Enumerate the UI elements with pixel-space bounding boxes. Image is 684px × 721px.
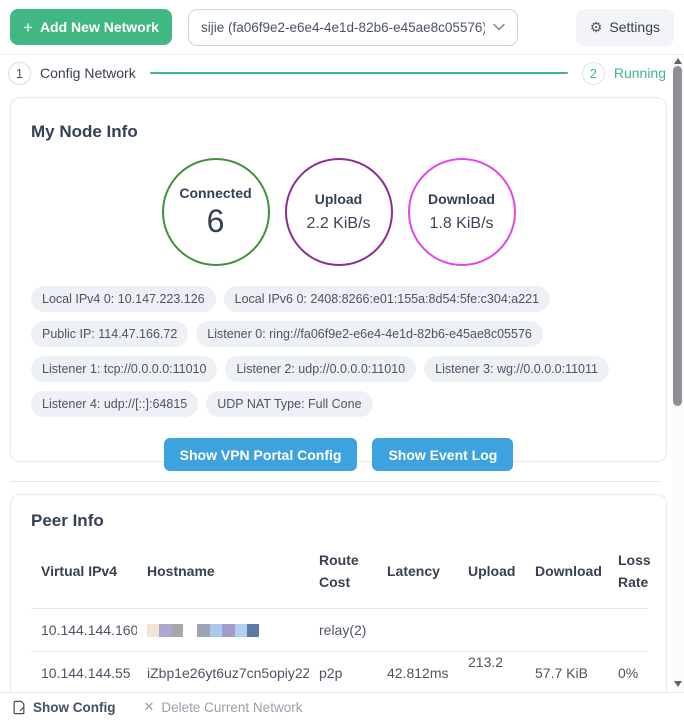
step-running[interactable]: 2 Running	[582, 62, 666, 85]
node-info-chips: Local IPv4 0: 10.147.223.126 Local IPv6 …	[31, 286, 646, 426]
chip-listener-3: Listener 3: wg://0.0.0.0:11011	[424, 356, 609, 382]
connected-gauge: Connected 6	[162, 158, 270, 266]
chip-public-ip: Public IP: 114.47.166.72	[31, 321, 188, 347]
network-select[interactable]: sijie (fa06f9e2-e6e4-4e1d-82b6-e45ae8c05…	[188, 9, 518, 46]
network-select-value: sijie (fa06f9e2-e6e4-4e1d-82b6-e45ae8c05…	[201, 20, 485, 35]
cell-upload	[458, 609, 525, 652]
cell-virtual-ipv4: 10.144.144.55	[31, 652, 137, 695]
show-config-button[interactable]: Show Config	[12, 700, 115, 715]
section-divider	[10, 481, 660, 482]
cell-latency: 42.812ms	[377, 652, 458, 695]
cell-route-cost: relay(2)	[309, 609, 377, 652]
cell-download: 57.7 KiB	[525, 652, 608, 695]
connected-gauge-label: Connected	[179, 185, 251, 201]
col-route-cost: Route Cost	[309, 535, 377, 609]
upload-gauge-value: 2.2 KiB/s	[306, 215, 370, 233]
peer-info-title: Peer Info	[31, 511, 646, 531]
steps-bar: 1 Config Network 2 Running	[0, 55, 672, 91]
close-icon: ✕	[143, 699, 154, 715]
step-1-label: Config Network	[40, 65, 136, 81]
scrollbar-thumb[interactable]	[673, 66, 682, 406]
cell-loss-rate	[608, 609, 648, 652]
step-config-network[interactable]: 1 Config Network	[8, 62, 136, 85]
step-connector-line	[150, 72, 568, 74]
delete-network-label: Delete Current Network	[161, 700, 302, 715]
chip-local-ipv4: Local IPv4 0: 10.147.223.126	[31, 286, 216, 312]
table-row: 10.144.144.55 iZbp1e26yt6uz7cn5opiy2Z p2…	[31, 652, 648, 695]
col-hostname: Hostname	[137, 535, 309, 609]
peer-info-card: Peer Info Virtual IPv4 Hostname Route Co…	[10, 494, 667, 721]
vertical-scrollbar[interactable]	[672, 55, 684, 692]
plus-icon: +	[23, 19, 33, 36]
scroll-up-arrow-icon[interactable]	[674, 58, 682, 64]
my-node-info-card: My Node Info Connected 6 Upload 2.2 KiB/…	[10, 97, 667, 462]
bottom-action-bar: Show Config ✕ Delete Current Network	[0, 692, 684, 721]
chip-listener-1: Listener 1: tcp://0.0.0.0:11010	[31, 356, 217, 382]
peer-table: Virtual IPv4 Hostname Route Cost Latency…	[31, 535, 648, 695]
show-config-label: Show Config	[33, 700, 115, 715]
add-new-network-button[interactable]: + Add New Network	[10, 9, 172, 45]
step-1-number: 1	[8, 62, 31, 85]
show-vpn-portal-config-button[interactable]: Show VPN Portal Config	[164, 438, 358, 471]
settings-button[interactable]: ⚙ Settings	[576, 9, 674, 46]
node-info-title: My Node Info	[31, 122, 646, 142]
col-loss-rate: Loss Rate	[608, 535, 648, 609]
upload-gauge-label: Upload	[315, 191, 362, 207]
col-upload: Upload	[458, 535, 525, 609]
chip-listener-4: Listener 4: udp://[::]:64815	[31, 391, 198, 417]
table-row: 10.144.144.160 relay(2)	[31, 609, 648, 652]
cell-hostname: iZbp1e26yt6uz7cn5opiy2Z	[137, 652, 309, 695]
download-gauge-value: 1.8 KiB/s	[429, 215, 493, 233]
upload-value: 213.2	[468, 654, 503, 670]
top-bar: + Add New Network sijie (fa06f9e2-e6e4-4…	[0, 0, 684, 55]
gauges-row: Connected 6 Upload 2.2 KiB/s Download 1.…	[31, 158, 646, 266]
cell-latency	[377, 609, 458, 652]
download-gauge-label: Download	[428, 191, 495, 207]
col-latency: Latency	[377, 535, 458, 609]
col-download: Download	[525, 535, 608, 609]
cell-upload: 213.2	[458, 652, 525, 695]
cell-hostname	[137, 609, 309, 652]
add-new-network-label: Add New Network	[40, 19, 159, 35]
file-icon	[12, 700, 26, 715]
peer-table-header-row: Virtual IPv4 Hostname Route Cost Latency…	[31, 535, 648, 609]
node-buttons-row: Show VPN Portal Config Show Event Log	[31, 438, 646, 471]
upload-gauge: Upload 2.2 KiB/s	[285, 158, 393, 266]
show-event-log-button[interactable]: Show Event Log	[372, 438, 513, 471]
redacted-hostname	[147, 624, 303, 637]
cell-route-cost: p2p	[309, 652, 377, 695]
chip-listener-0: Listener 0: ring://fa06f9e2-e6e4-4e1d-82…	[196, 321, 543, 347]
chip-listener-2: Listener 2: udp://0.0.0.0:11010	[225, 356, 416, 382]
scroll-down-arrow-icon[interactable]	[674, 681, 682, 687]
chip-udp-nat-type: UDP NAT Type: Full Cone	[206, 391, 372, 417]
cell-loss-rate: 0%	[608, 652, 648, 695]
gear-icon: ⚙	[590, 19, 603, 36]
cell-virtual-ipv4: 10.144.144.160	[31, 609, 137, 652]
col-virtual-ipv4: Virtual IPv4	[31, 535, 137, 609]
cell-download	[525, 609, 608, 652]
chip-local-ipv6: Local IPv6 0: 2408:8266:e01:155a:8d54:5f…	[224, 286, 550, 312]
chevron-down-icon	[493, 23, 505, 31]
step-2-number: 2	[582, 62, 605, 85]
download-gauge: Download 1.8 KiB/s	[408, 158, 516, 266]
settings-label: Settings	[609, 19, 660, 35]
connected-gauge-value: 6	[207, 203, 225, 240]
step-2-label: Running	[614, 65, 666, 81]
delete-current-network-button[interactable]: ✕ Delete Current Network	[143, 699, 302, 715]
